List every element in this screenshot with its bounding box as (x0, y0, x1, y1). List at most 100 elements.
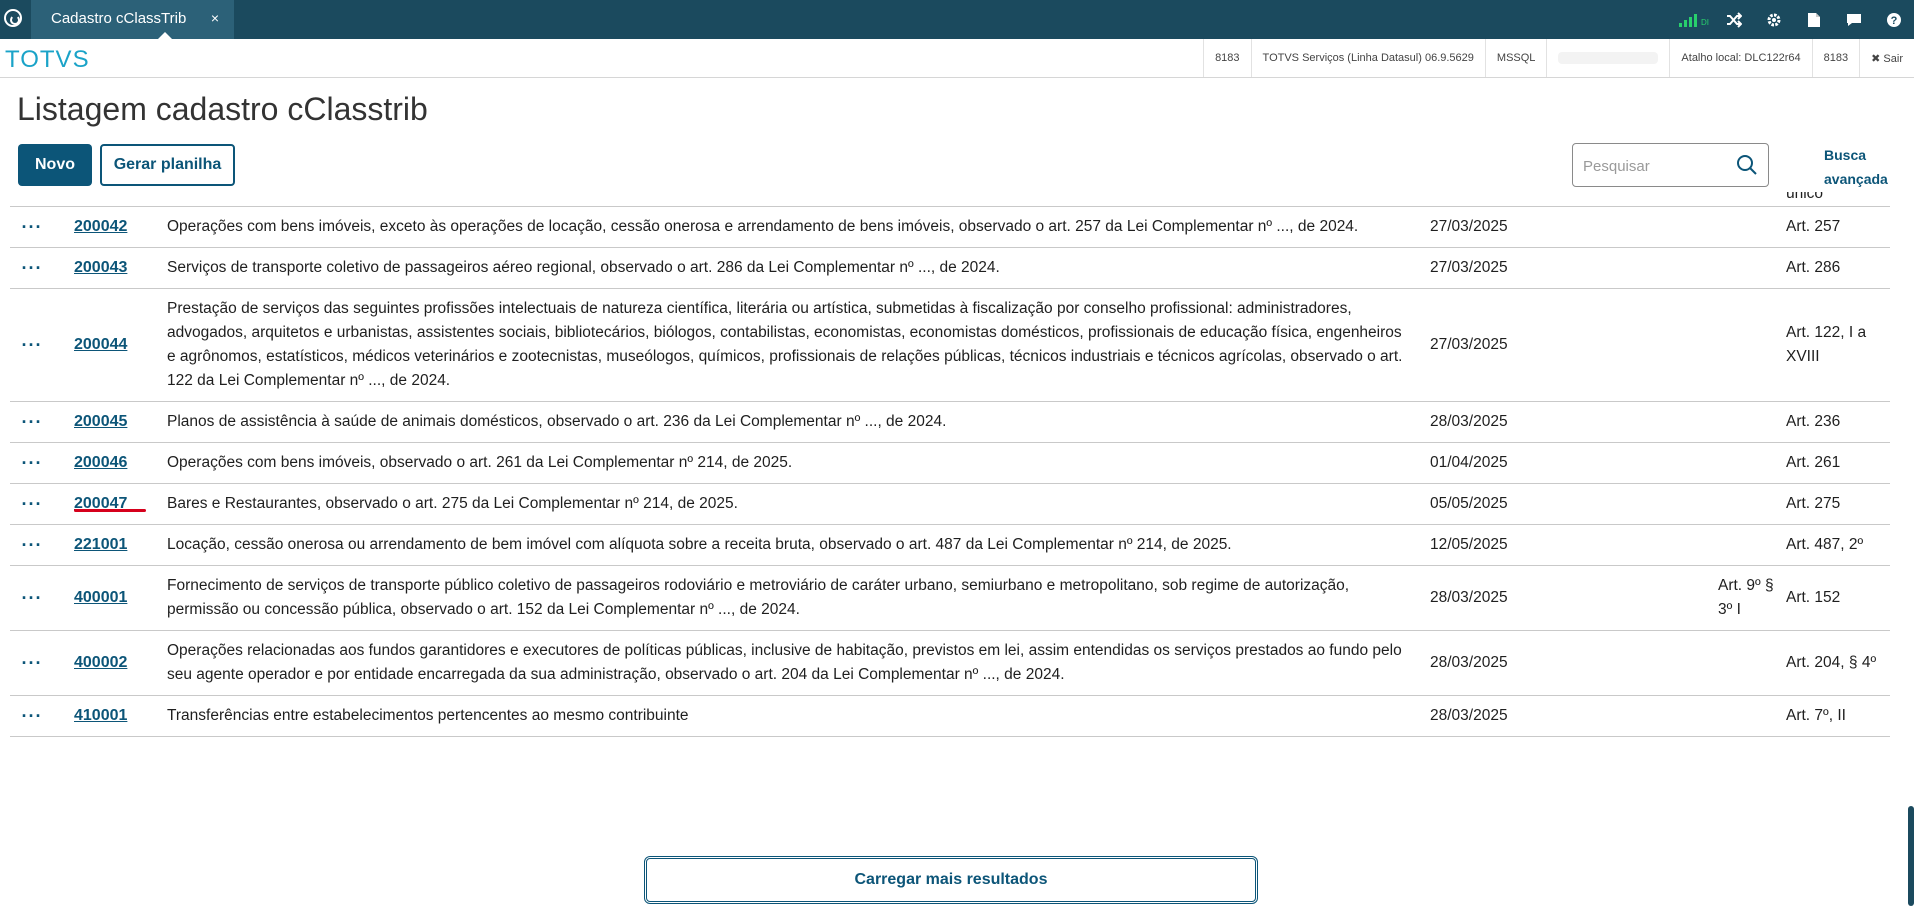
row-article: parágrafo único (1786, 192, 1824, 202)
row-actions-button[interactable]: ··· (10, 217, 54, 238)
row-article: Art. 122, I a XVIII (1786, 324, 1867, 365)
tab-pointer (158, 32, 172, 39)
row-article: Art. 204, § 4º (1786, 654, 1877, 671)
table-row[interactable]: ··· 200047 Bares e Restaurantes, observado… (10, 484, 1890, 525)
row-code-link[interactable]: 410001 (54, 707, 167, 725)
row-date: 05/05/2025 (1430, 495, 1508, 512)
new-button[interactable]: Novo (18, 144, 92, 186)
row-date: 01/04/2025 (1430, 454, 1508, 471)
row-description: Operações com bens imóveis, exceto às op… (167, 218, 1359, 235)
row-date: 27/03/2025 (1430, 218, 1508, 235)
row-date: 28/03/2025 (1430, 589, 1508, 606)
row-actions-button[interactable]: ··· (10, 535, 54, 556)
row-actions-button[interactable]: ··· (10, 653, 54, 674)
row-date: 28/03/2025 (1430, 654, 1508, 671)
row-article: Art. 286 (1786, 259, 1841, 276)
row-code-link[interactable]: 221001 (54, 536, 167, 554)
row-actions-button[interactable]: ··· (10, 412, 54, 433)
advanced-search-link[interactable]: Busca avançada (1824, 143, 1898, 191)
row-description: Operações relacionadas aos fundos garant… (167, 642, 1402, 683)
row-article: Art. 236 (1786, 413, 1841, 430)
app-logo-icon[interactable] (4, 9, 22, 27)
tab-label: Cadastro cClassTrib (51, 10, 187, 27)
row-actions-button[interactable]: ··· (10, 706, 54, 727)
row-date: 27/03/2025 (1430, 259, 1508, 276)
load-more-button[interactable]: Carregar mais resultados (644, 856, 1258, 904)
signal-icon[interactable]: DI (1674, 0, 1714, 39)
row-code-link[interactable]: 200042 (54, 218, 167, 236)
info-bar: TOTVS 8183 TOTVS Serviços (Linha Datasul… (0, 39, 1914, 78)
row-code-link[interactable]: 400001 (54, 589, 167, 607)
row-article: Art. 7º, II (1786, 707, 1846, 724)
row-code-link[interactable]: 200046 (54, 454, 167, 472)
session-info: 8183 TOTVS Serviços (Linha Datasul) 06.9… (1203, 39, 1914, 77)
row-code-link[interactable]: 200043 (54, 259, 167, 277)
table-row[interactable]: ··· 400001 Fornecimento de serviços de tra… (10, 566, 1890, 631)
row-date: 28/03/2025 (1430, 707, 1508, 724)
page-title: Listagem cadastro cClasstrib (17, 91, 428, 127)
row-code-link[interactable]: 400002 (54, 654, 167, 672)
table-row[interactable]: ··· 221001 Locação, cessão onerosa ou arre… (10, 525, 1890, 566)
row-actions-button[interactable]: ··· (10, 494, 54, 515)
row-description: Operações com bens imóveis, observado o … (167, 454, 793, 471)
search-icon[interactable] (1736, 154, 1758, 176)
info-cell-port: 8183 (1811, 39, 1859, 77)
svg-text:?: ? (1891, 15, 1898, 27)
row-date: 27/03/2025 (1430, 336, 1508, 353)
row-description: Operações de locação, cessão onerosa e a… (167, 192, 1430, 202)
close-icon[interactable]: × (211, 10, 219, 26)
chat-icon[interactable] (1834, 0, 1874, 39)
row-description: Prestação de serviços das seguintes prof… (167, 300, 1403, 389)
table-row[interactable]: ···200041Operações de locação, cessão on… (10, 192, 1890, 207)
row-actions-button[interactable]: ··· (10, 192, 54, 193)
info-cell-code: 8183 (1203, 39, 1250, 77)
gear-icon[interactable] (1754, 0, 1794, 39)
row-date: 12/05/2025 (1430, 536, 1508, 553)
row-article: Art. 257 (1786, 218, 1841, 235)
row-article: Art. 487, 2º (1786, 536, 1864, 553)
signal-label: DI (1701, 17, 1709, 27)
table-body: ···200041Operações de locação, cessão on… (10, 192, 1890, 737)
info-cell-masked (1546, 39, 1669, 77)
info-cell-product: TOTVS Serviços (Linha Datasul) 06.9.5629 (1250, 39, 1485, 77)
tab-cadastro-cclasstrib[interactable]: Cadastro cClassTrib × (31, 0, 234, 39)
row-actions-button[interactable]: ··· (10, 588, 54, 609)
highlight-underline (74, 509, 146, 512)
row-code-link[interactable]: 200045 (54, 413, 167, 431)
row-actions-button[interactable]: ··· (10, 335, 54, 356)
top-toolbar: DI ? (1674, 0, 1914, 39)
table-row[interactable]: ··· 200042 Operações com bens imóveis, exc… (10, 207, 1890, 248)
row-article: Art. 152 (1786, 589, 1841, 606)
row-extra: Art. 9º § 3º I (1718, 577, 1774, 618)
table-row[interactable]: ··· 200045 Planos de assistência à saúde d… (10, 402, 1890, 443)
row-article: Art. 261 (1786, 454, 1841, 471)
search-input[interactable] (1581, 154, 1735, 178)
row-description: Serviços de transporte coletivo de passa… (167, 259, 1000, 276)
row-description: Planos de assistência à saúde de animais… (167, 413, 947, 430)
top-bar: Cadastro cClassTrib × DI ? (0, 0, 1914, 39)
table-row[interactable]: ··· 410001 Transferências entre estabeleci… (10, 696, 1890, 737)
scrollbar-thumb[interactable] (1908, 806, 1914, 906)
row-description: Locação, cessão onerosa ou arrendamento … (167, 536, 1232, 553)
row-actions-button[interactable]: ··· (10, 258, 54, 279)
table-row[interactable]: ··· 200044 Prestação de serviços das segui… (10, 289, 1890, 402)
row-actions-button[interactable]: ··· (10, 453, 54, 474)
row-code-link[interactable]: 200044 (54, 336, 167, 354)
generate-sheet-button[interactable]: Gerar planilha (100, 144, 235, 186)
results-table: ···200041Operações de locação, cessão on… (0, 192, 1914, 906)
row-description: Fornecimento de serviços de transporte p… (167, 577, 1350, 618)
table-row[interactable]: ··· 400002 Operações relacionadas aos fund… (10, 631, 1890, 696)
table-row[interactable]: ··· 200043 Serviços de transporte coletivo… (10, 248, 1890, 289)
help-icon[interactable]: ? (1874, 0, 1914, 39)
shuffle-icon[interactable] (1714, 0, 1754, 39)
logout-button[interactable]: ✖ Sair (1859, 39, 1914, 77)
info-cell-database: MSSQL (1484, 39, 1547, 77)
document-icon[interactable] (1794, 0, 1834, 39)
row-date: 28/03/2025 (1430, 413, 1508, 430)
search-box (1572, 143, 1769, 187)
row-description: Bares e Restaurantes, observado o art. 2… (167, 495, 738, 512)
table-row[interactable]: ··· 200046 Operações com bens imóveis, obs… (10, 443, 1890, 484)
row-article: Art. 275 (1786, 495, 1841, 512)
brand-logo[interactable]: TOTVS (5, 46, 90, 74)
info-cell-shortcut: Atalho local: DLC122r64 (1669, 39, 1811, 77)
